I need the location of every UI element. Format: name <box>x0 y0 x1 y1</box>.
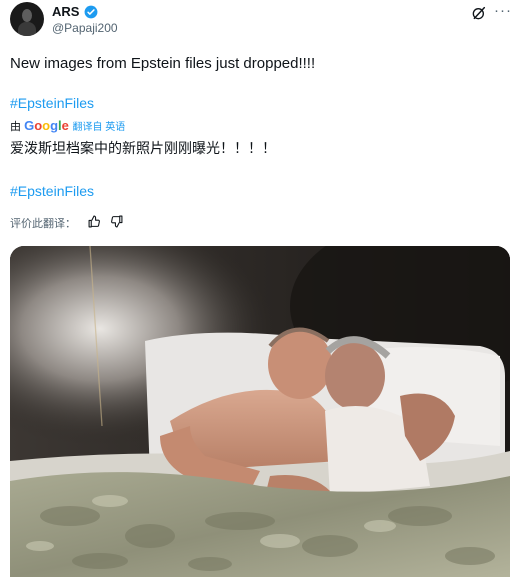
post-text: New images from Epstein files just dropp… <box>10 55 316 72</box>
hashtag-link-translated[interactable]: #EpsteinFiles <box>10 183 94 199</box>
translated-from-link[interactable]: 翻译自 英语 <box>73 122 126 133</box>
translated-by-prefix: 由 <box>10 121 21 133</box>
post-image-graphic <box>10 246 510 577</box>
avatar-face <box>22 9 32 22</box>
rate-translation-label: 评价此翻译： <box>10 217 76 230</box>
translated-text: 爱泼斯坦档案中的新照片刚刚曝光！！！！ <box>10 141 276 157</box>
thumbs-up-icon[interactable] <box>88 215 101 228</box>
grok-icon[interactable] <box>471 5 487 21</box>
more-icon[interactable]: ··· <box>494 2 512 19</box>
author-name[interactable]: ARS <box>52 4 79 19</box>
hashtag-link[interactable]: #EpsteinFiles <box>10 95 94 111</box>
translated-by-row: 由 Google 翻译自 英语 <box>10 118 125 134</box>
avatar-body <box>18 22 36 36</box>
google-logo: Google <box>24 118 69 133</box>
post-image[interactable] <box>10 246 510 577</box>
verified-badge-icon <box>84 5 98 19</box>
post-header: ARS @Papaji200 ··· <box>0 0 517 40</box>
avatar[interactable] <box>10 2 44 36</box>
author-handle[interactable]: @Papaji200 <box>52 21 118 35</box>
thumbs-down-icon[interactable] <box>110 215 123 228</box>
